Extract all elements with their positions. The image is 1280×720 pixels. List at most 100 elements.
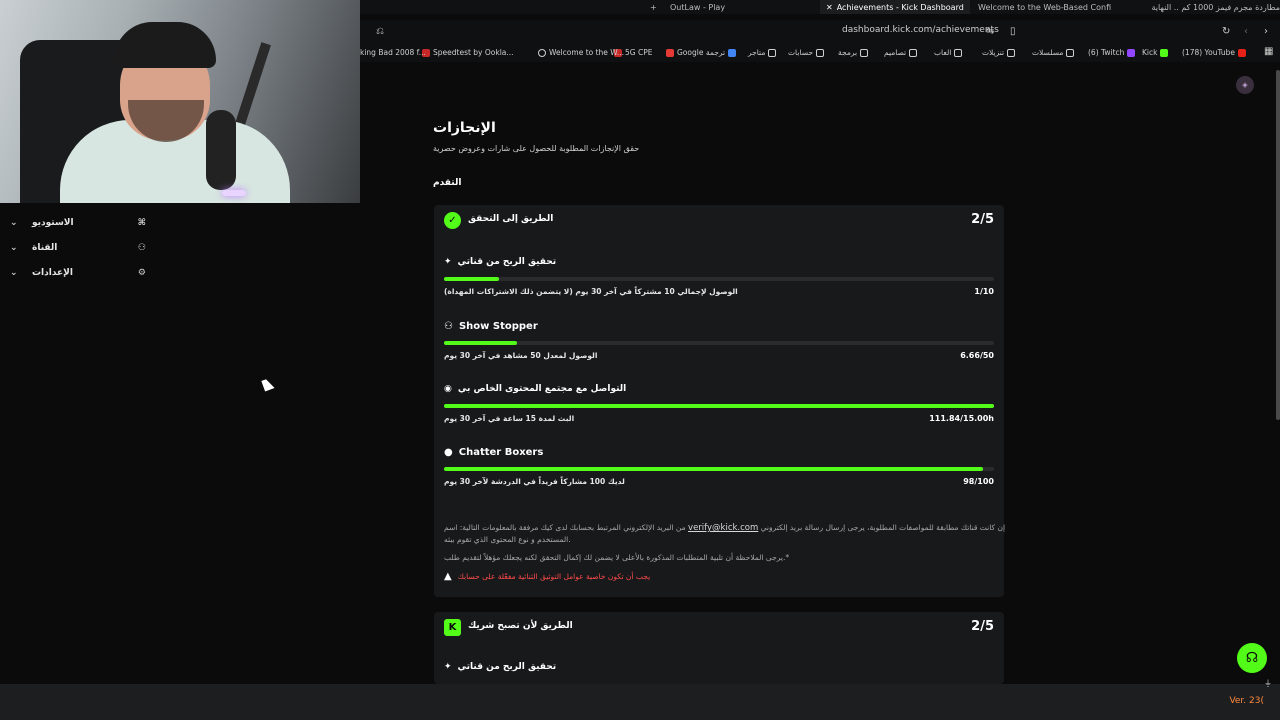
browser-addressbar: ⎌ dashboard.kick.com/achievements ⇋ ▯ ↻ … xyxy=(360,20,1280,44)
sidebar: ⌄ الاستوديو ⌘ ⌄ القناة ⚇ ⌄ الإعدادات ⚙ xyxy=(0,203,160,683)
bookmark-folder-stores[interactable]: متاجر xyxy=(748,48,777,57)
folder-icon xyxy=(909,48,918,57)
sparkle-icon: ✦ xyxy=(444,257,452,267)
tab-achievements[interactable]: ✕ Achievements - Kick Dashboard xyxy=(820,0,970,14)
achievement-name: ✦ تحقيق الربح من قناتي xyxy=(444,662,556,672)
taskbar: ⏚ Ver. 23( xyxy=(0,679,1280,720)
verification-note-line2: المستخدم و نوع المحتوى الذي تقوم ببثه. xyxy=(444,535,571,544)
close-icon[interactable]: ✕ xyxy=(826,3,833,12)
main-content: الإنجازات حقق الإنجازات المطلوبة للحصول … xyxy=(160,62,1280,684)
section-title: التقدم xyxy=(433,178,462,188)
headset-icon: ☊ xyxy=(1245,650,1259,666)
bookmarks-bar: (178) YouTube Kick (6) Twitch مسلسلات تن… xyxy=(360,44,1280,62)
bookmark-google-translate[interactable]: Google ترجمة xyxy=(666,48,737,57)
tab-new-icon[interactable]: + xyxy=(650,0,657,14)
achievement-progress: 98/100 xyxy=(963,477,994,486)
tab-label: Achievements - Kick Dashboard xyxy=(836,2,964,12)
bookmark-youtube[interactable]: (178) YouTube xyxy=(1182,48,1247,57)
page-subtitle: حقق الإنجازات المطلوبة للحصول على شارات … xyxy=(433,144,640,153)
sidebar-item-label: القناة xyxy=(32,243,58,253)
bookmark-icon[interactable]: ▯ xyxy=(1010,26,1016,37)
site-settings-icon[interactable]: ⇋ xyxy=(986,26,994,37)
page-title: الإنجازات xyxy=(433,120,496,136)
bookmark-folder-games[interactable]: العاب xyxy=(934,48,963,57)
warning-text: يجب أن تكون خاصية عوامل التوثيق الثنائية… xyxy=(457,572,651,581)
version-label: Ver. 23( xyxy=(1229,696,1264,706)
bookmark-label: Speedtest by Ookla... xyxy=(433,48,514,57)
back-icon[interactable]: ‹ xyxy=(1244,26,1248,37)
progress-fill xyxy=(444,467,983,471)
progress-bar xyxy=(444,467,994,471)
bookmark-label: 5G CPE xyxy=(625,48,653,57)
support-chat-button[interactable]: ☊ xyxy=(1237,643,1267,673)
bookmark-label: (178) YouTube xyxy=(1182,48,1236,57)
folder-icon xyxy=(768,48,777,57)
folder-icon xyxy=(860,48,869,57)
sidebar-item-channel[interactable]: ⌄ القناة ⚇ xyxy=(10,240,150,256)
achievement-progress: 111.84/15.00h xyxy=(929,414,994,423)
folder-icon xyxy=(954,48,963,57)
bookmark-label: حسابات xyxy=(788,48,814,57)
screen: + OutLaw - Play ✕ Achievements - Kick Das… xyxy=(0,0,1280,720)
sidebar-item-settings[interactable]: ⌄ الإعدادات ⚙ xyxy=(10,265,150,281)
achievement-card-partner: K الطريق لأن تصبح شريك 2/5 ✦ تحقيق الربح … xyxy=(434,612,1004,684)
bookmark-label: تصاميم xyxy=(884,48,907,57)
bookmark-breaking-bad[interactable]: king Bad 2008 f... xyxy=(360,48,426,57)
tab-label: مطاردة مجرم فيمز 1000 كم .. النهاية xyxy=(1151,2,1280,12)
bookmark-welcome[interactable]: Welcome to the W... xyxy=(538,48,624,57)
achievement-card-verification: ✓ الطريق إلى التحقق 2/5 ✦ تحقيق الربح من … xyxy=(434,205,1005,597)
achievement-name: ● Chatter Boxers xyxy=(444,447,543,458)
verification-note: من البريد الإلكتروني المرتبط بحسابك لدى … xyxy=(444,523,1005,533)
broadcast-icon: ◉ xyxy=(444,384,452,394)
achievement-desc: لديك 100 مشاركاً فريداً في الدردشة لآخر … xyxy=(444,477,625,486)
bookmark-speedtest[interactable]: Speedtest by Ookla... xyxy=(422,48,514,57)
tab-restore-icon[interactable]: ⎌ xyxy=(376,26,384,37)
progress-fill xyxy=(444,277,499,281)
bookmark-label: Google ترجمة xyxy=(677,48,726,57)
bookmark-label: برمجة xyxy=(838,48,858,57)
sidebar-item-studio[interactable]: ⌄ الاستوديو ⌘ xyxy=(10,215,150,231)
bookmark-kick[interactable]: Kick xyxy=(1142,48,1169,57)
globe-icon xyxy=(538,48,546,57)
verified-badge-icon: ✓ xyxy=(444,212,461,229)
tab-youtube-video[interactable]: مطاردة مجرم فيمز 1000 كم .. النهاية xyxy=(1138,0,1280,14)
bookmark-folder-series[interactable]: مسلسلات xyxy=(1032,48,1075,57)
folder-icon xyxy=(1007,48,1016,57)
youtube-icon xyxy=(1238,48,1247,57)
bookmark-folder-downloads[interactable]: تنزيلات xyxy=(982,48,1016,57)
progress-fill xyxy=(444,404,994,408)
kick-logo-icon: K xyxy=(444,619,461,636)
sidebar-item-label: الإعدادات xyxy=(32,268,73,278)
card-count: 2/5 xyxy=(971,619,994,634)
bookmark-label: (6) Twitch xyxy=(1088,48,1125,57)
chevron-down-icon: ⌄ xyxy=(10,243,18,253)
achievement-name-label: تحقيق الربح من قناتي xyxy=(457,257,557,267)
achievement-name: ✦ تحقيق الربح من قناتي xyxy=(444,257,556,267)
bookmark-label: مسلسلات xyxy=(1032,48,1064,57)
bookmark-twitch[interactable]: (6) Twitch xyxy=(1088,48,1136,57)
verification-note-line3: يرجى الملاحظة أن تلبية المتطلبات المذكور… xyxy=(444,553,790,562)
mic-icon[interactable]: ⏚ xyxy=(1264,678,1272,689)
warning-icon: ▲ xyxy=(444,571,452,582)
note-text: من البريد الإلكتروني المرتبط بحسابك لدى … xyxy=(444,523,686,532)
achievement-desc: البث لمدة 15 ساعة في آخر 30 يوم xyxy=(444,414,575,423)
address-url[interactable]: dashboard.kick.com/achievements xyxy=(842,25,999,35)
bookmark-folder-programming[interactable]: برمجة xyxy=(838,48,869,57)
achievement-name-label: Chatter Boxers xyxy=(458,447,544,458)
forward-icon[interactable]: › xyxy=(1264,26,1268,37)
bookmark-label: متاجر xyxy=(748,48,766,57)
card-title: الطريق لأن تصبح شريك xyxy=(468,621,573,631)
tab-label: Welcome to the Web-Based Confi xyxy=(978,2,1112,12)
kick-icon xyxy=(1160,48,1169,57)
verify-email-link[interactable]: verify@kick.com xyxy=(688,523,758,533)
bookmark-folder-designs[interactable]: تصاميم xyxy=(884,48,918,57)
tab-outlaw[interactable]: OutLaw - Play xyxy=(670,0,780,14)
tab-welcome[interactable]: Welcome to the Web-Based Confi xyxy=(978,0,1118,14)
bookmark-label: تنزيلات xyxy=(982,48,1005,57)
bookmark-folder-accounts[interactable]: حسابات xyxy=(788,48,825,57)
reload-icon[interactable]: ↻ xyxy=(1222,26,1230,37)
achievement-progress: 6.66/50 xyxy=(960,351,994,360)
all-bookmarks-icon[interactable]: ▦ xyxy=(1264,46,1273,57)
progress-bar xyxy=(444,404,994,408)
bookmark-label: العاب xyxy=(934,48,952,57)
